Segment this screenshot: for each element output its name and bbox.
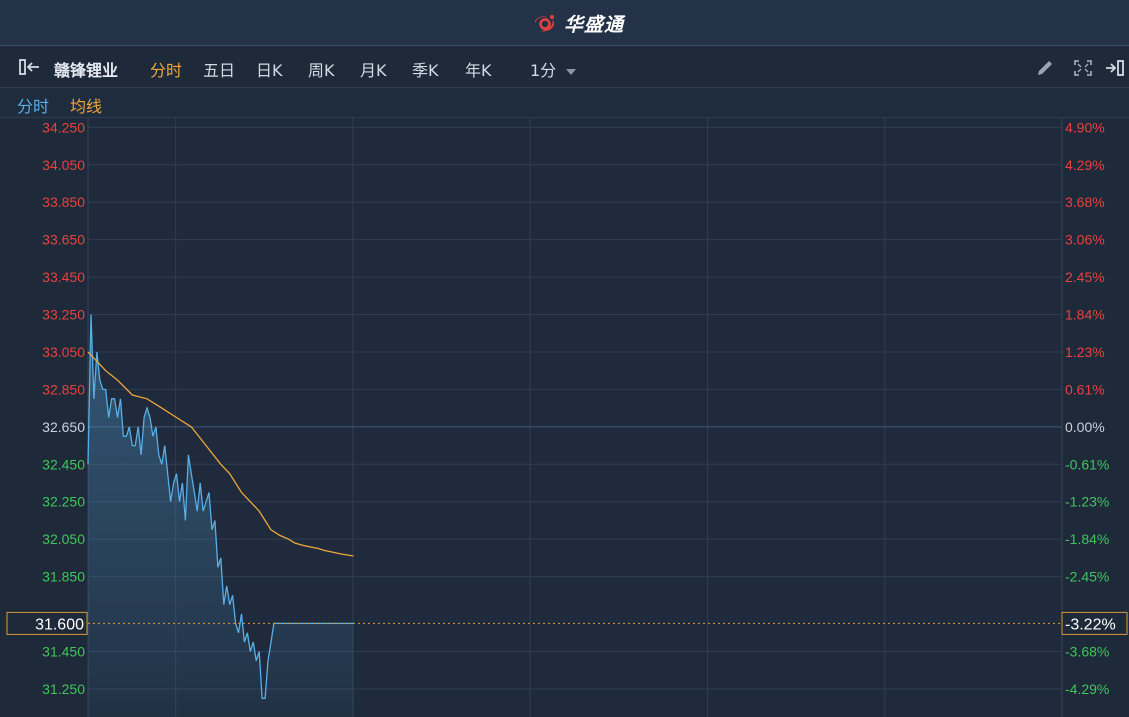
tab-monthly-k[interactable]: 月K (360, 57, 387, 81)
chevron-down-icon (566, 68, 577, 75)
y-tick-left: 32.050 (42, 531, 85, 547)
current-change-label: -3.22% (1065, 616, 1116, 633)
tab-yearly-k[interactable]: 年K (465, 57, 492, 81)
tab-quarterly-k[interactable]: 季K (412, 57, 439, 81)
tab-daily-k[interactable]: 日K (256, 57, 283, 81)
y-tick-left: 34.050 (42, 157, 85, 173)
y-tick-right: 0.00% (1065, 419, 1105, 435)
collapse-panel-icon[interactable] (18, 58, 42, 76)
intraday-chart[interactable]: 34.250 4.90% 34.050 4.29% 33.850 3.68% 33.650 3… (0, 118, 1129, 717)
brand-name: 华盛通 (564, 13, 625, 36)
chart-canvas[interactable]: 34.250 4.90% 34.050 4.29% 33.850 3.68% 33.650 3… (0, 118, 1129, 717)
brand: 华盛通 (530, 10, 624, 36)
title-bar: 华盛通 (0, 0, 1129, 46)
y-tick-right: 3.68% (1065, 194, 1105, 210)
y-tick-right: 1.23% (1065, 344, 1105, 360)
y-tick-right: -1.23% (1065, 494, 1109, 510)
y-tick-left: 33.050 (42, 344, 85, 360)
y-tick-right: -1.84% (1065, 531, 1109, 547)
y-tick-right: -0.61% (1065, 456, 1109, 472)
y-tick-left: 33.450 (42, 269, 85, 285)
legend-bar: 分时 均线 (0, 88, 1129, 118)
y-tick-left: 32.650 (42, 419, 85, 435)
y-tick-right: -2.45% (1065, 569, 1109, 585)
tab-intraday[interactable]: 分时 (150, 57, 182, 81)
legend-average-line: 均线 (70, 97, 103, 116)
y-tick-right: 2.45% (1065, 269, 1105, 285)
fullscreen-icon[interactable] (1072, 58, 1094, 78)
current-price-label: 31.600 (35, 616, 84, 633)
y-tick-right: 4.90% (1065, 119, 1105, 135)
stock-name[interactable]: 赣锋锂业 (54, 57, 118, 81)
y-tick-right: 3.06% (1065, 232, 1105, 248)
y-tick-right: -3.68% (1065, 643, 1109, 659)
tab-weekly-k[interactable]: 周K (308, 57, 335, 81)
y-tick-left: 31.850 (42, 569, 85, 585)
y-tick-left: 34.250 (42, 119, 85, 135)
y-tick-right: 0.61% (1065, 381, 1105, 397)
legend-price-line: 分时 (17, 97, 50, 116)
y-tick-right: 4.29% (1065, 157, 1105, 173)
y-tick-left: 32.850 (42, 381, 85, 397)
y-tick-left: 32.250 (42, 494, 85, 510)
interval-value: 1分 (530, 61, 557, 80)
y-tick-left: 32.450 (42, 456, 85, 472)
brand-logo-icon (535, 15, 555, 32)
interval-dropdown[interactable]: 1分 (530, 57, 577, 81)
y-tick-left: 33.650 (42, 232, 85, 248)
y-tick-right: -4.29% (1065, 681, 1109, 697)
y-tick-left: 33.850 (42, 194, 85, 210)
y-tick-left: 31.250 (42, 681, 85, 697)
y-tick-left: 33.250 (42, 307, 85, 323)
chart-toolbar: 赣锋锂业 分时 五日 日K 周K 月K 季K 年K 1分 (0, 46, 1129, 88)
y-tick-left: 31.450 (42, 643, 85, 659)
tab-five-day[interactable]: 五日 (203, 57, 235, 81)
pencil-icon[interactable] (1034, 58, 1056, 78)
expand-panel-icon[interactable] (1104, 58, 1126, 78)
y-tick-right: 1.84% (1065, 307, 1105, 323)
